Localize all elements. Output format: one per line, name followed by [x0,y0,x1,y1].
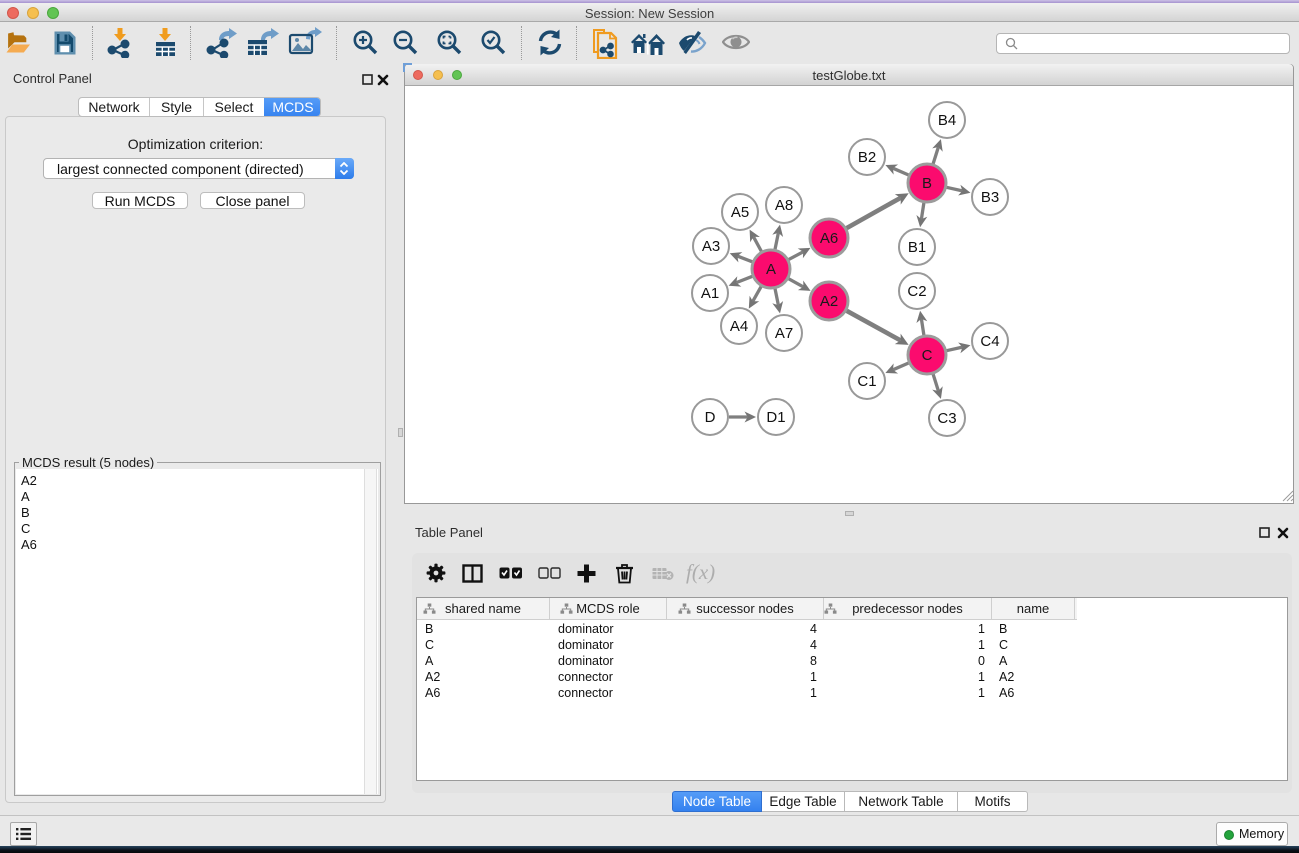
svg-text:B: B [922,175,932,192]
svg-text:B4: B4 [938,112,956,129]
svg-text:A4: A4 [730,318,748,335]
svg-text:A: A [766,261,776,278]
svg-text:C: C [922,347,933,364]
svg-text:A1: A1 [701,285,719,302]
svg-text:A2: A2 [820,293,838,310]
svg-text:C1: C1 [857,373,876,390]
svg-text:C2: C2 [907,283,926,300]
svg-text:A6: A6 [820,230,838,247]
svg-text:B2: B2 [858,149,876,166]
svg-text:B3: B3 [981,189,999,206]
svg-text:C3: C3 [937,410,956,427]
svg-text:C4: C4 [980,333,999,350]
svg-text:A5: A5 [731,204,749,221]
svg-text:D1: D1 [766,409,785,426]
svg-text:D: D [705,409,716,426]
svg-text:A3: A3 [702,238,720,255]
svg-text:B1: B1 [908,239,926,256]
svg-text:A7: A7 [775,325,793,342]
svg-text:A8: A8 [775,197,793,214]
